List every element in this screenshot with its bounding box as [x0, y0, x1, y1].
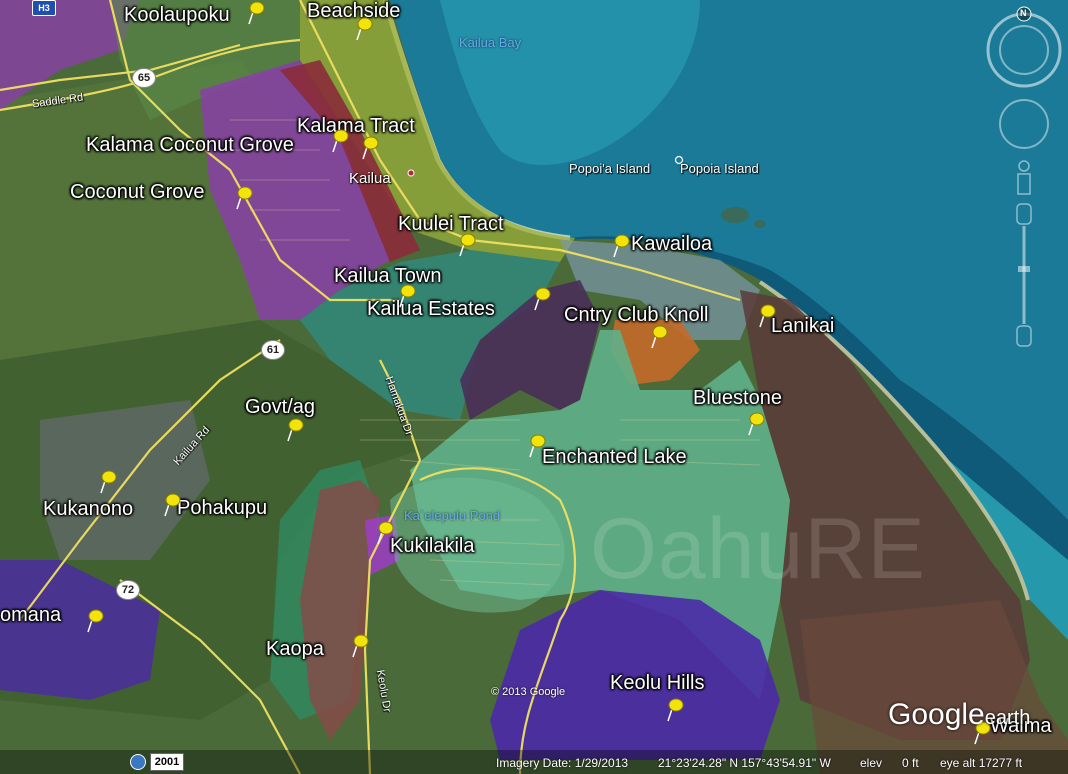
h3-shield: H3 — [32, 0, 56, 16]
historical-year-button[interactable]: 2001 — [150, 753, 184, 771]
label-govt-ag[interactable]: Govt/ag — [245, 396, 315, 419]
elev-label: elev — [860, 756, 883, 770]
label-kuulei-tract[interactable]: Kuulei Tract — [398, 213, 504, 236]
pin-kawailoa-icon[interactable] — [609, 233, 631, 259]
pin-beachside-icon[interactable] — [352, 16, 374, 42]
pin-govt-ag-icon[interactable] — [283, 417, 305, 443]
look-joystick-icon[interactable] — [999, 99, 1049, 149]
google-earth-logo: Googleearth — [888, 698, 1030, 732]
pin-coconut-grove-icon[interactable] — [232, 185, 254, 211]
pin-kailua-estates-icon[interactable] — [530, 286, 552, 312]
label-popoia-island-2: Popoia Island — [680, 161, 759, 176]
label-omana[interactable]: omana — [0, 604, 61, 627]
pin-kalama-tract-icon[interactable] — [358, 135, 380, 161]
pin-bluestone-icon[interactable] — [744, 411, 766, 437]
oahure-watermark: OahuRE — [590, 501, 926, 597]
pin-enchanted-lake-icon[interactable] — [525, 433, 547, 459]
label-kailua-town[interactable]: Kailua Town — [334, 265, 441, 288]
place-dot-icon — [407, 169, 415, 177]
label-kailua-place: Kailua — [349, 170, 391, 187]
label-keolu-hills[interactable]: Keolu Hills — [610, 672, 704, 695]
pin-kuulei-tract-icon[interactable] — [455, 232, 477, 258]
pin-kailua-town-icon[interactable] — [395, 283, 417, 309]
map-imagery — [0, 0, 1068, 774]
label-bluestone[interactable]: Bluestone — [693, 387, 782, 410]
eye-alt-readout: eye alt 17277 ft — [940, 756, 1023, 770]
label-kailua-bay: Kailua Bay — [459, 35, 522, 50]
pin-kukilakila-icon[interactable] — [373, 520, 395, 546]
elev-value: 0 ft — [902, 756, 919, 770]
label-kukilakila[interactable]: Kukilakila — [390, 535, 474, 558]
label-koolaupoku[interactable]: Koolaupoku — [124, 4, 230, 27]
logo-main: Google — [888, 698, 985, 731]
label-kukanono[interactable]: Kukanono — [43, 498, 133, 521]
navigation-controls: N — [984, 4, 1066, 354]
label-pohakupu[interactable]: Pohakupu — [177, 497, 267, 520]
route-61-shield: 61 — [261, 340, 285, 360]
imagery-date: Imagery Date: 1/29/2013 — [496, 756, 629, 770]
pin-pohakupu-icon[interactable] — [160, 492, 182, 518]
pin-kukanono-icon[interactable] — [96, 469, 118, 495]
pin-kalama-coconut-grove-icon[interactable] — [328, 128, 350, 154]
label-cntry-club-knoll[interactable]: Cntry Club Knoll — [564, 304, 709, 327]
pin-koolaupoku-icon[interactable] — [244, 0, 266, 26]
label-coconut-grove[interactable]: Coconut Grove — [70, 181, 205, 204]
pin-kaopa-icon[interactable] — [348, 633, 370, 659]
label-popoia-island-1: Popoi'a Island — [569, 161, 651, 176]
label-kaelepulu-pond: Ka`elepulu Pond — [404, 508, 501, 523]
coordinates-readout: 21°23'24.28" N 157°43'54.91" W — [658, 756, 831, 770]
label-kailua-estates[interactable]: Kailua Estates — [367, 298, 495, 321]
street-view-pegman-icon[interactable] — [1017, 160, 1031, 195]
zoom-slider-icon[interactable] — [1016, 203, 1032, 347]
label-kalama-coconut-grove[interactable]: Kalama Coconut Grove — [86, 134, 294, 157]
pin-keolu-hills-icon[interactable] — [663, 697, 685, 723]
map-view[interactable]: Koolaupoku Beachside Kalama Tract Kalama… — [0, 0, 1068, 774]
label-kalama-tract[interactable]: Kalama Tract — [297, 115, 415, 138]
compass-ring-icon[interactable] — [986, 6, 1062, 88]
route-65-shield: 65 — [132, 68, 156, 88]
label-kawailoa[interactable]: Kawailoa — [631, 233, 712, 256]
north-label: N — [1020, 8, 1027, 18]
route-72-shield: 72 — [116, 580, 140, 600]
pin-cntry-club-knoll-icon[interactable] — [647, 324, 669, 350]
label-enchanted-lake[interactable]: Enchanted Lake — [542, 446, 687, 469]
label-lanikai[interactable]: Lanikai — [771, 315, 834, 338]
pin-lanikai-icon[interactable] — [755, 303, 777, 329]
logo-sub: earth — [984, 707, 1031, 729]
historical-imagery-clock-icon[interactable] — [130, 754, 146, 770]
copyright-text: © 2013 Google — [491, 686, 566, 698]
island-marker-icon — [674, 155, 684, 165]
pin-omana-icon[interactable] — [83, 608, 105, 634]
label-kaopa[interactable]: Kaopa — [266, 638, 324, 661]
